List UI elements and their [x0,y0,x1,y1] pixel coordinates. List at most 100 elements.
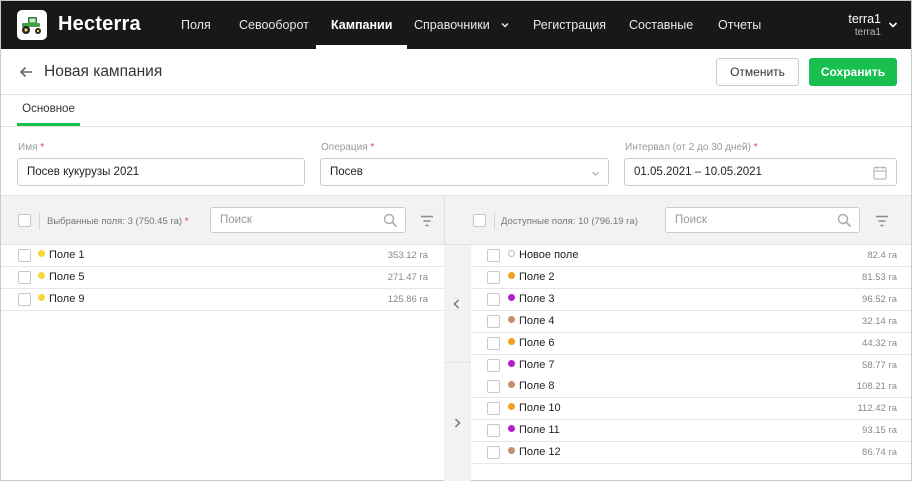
operation-select[interactable]: Посев [320,158,609,186]
name-field[interactable]: Посев кукурузы 2021 [17,158,305,186]
list-item[interactable]: Поле 9 125.86 га [1,288,444,311]
list-item[interactable]: Поле 3 96.52 га [471,288,911,311]
user-chevron-down-icon[interactable] [887,19,899,31]
nav-directories-label: Справочники [414,18,490,32]
list-item[interactable]: Поле 6 44.32 га [471,332,911,355]
search-icon[interactable] [837,213,852,228]
field-name: Поле 12 [519,446,561,459]
select-all-available-checkbox[interactable] [473,214,486,227]
operation-label-text: Операция [321,142,368,153]
nav-directories[interactable]: Справочники [414,1,510,49]
row-checkbox[interactable] [487,249,500,262]
field-name: Поле 5 [49,270,85,283]
required-mark: * [40,142,45,153]
field-color-dot-icon [508,293,515,301]
nav-fields[interactable]: Поля [181,1,211,49]
search-icon[interactable] [383,213,398,228]
selected-fields-summary: Выбранные поля: 3 (750.45 га) * [47,216,188,227]
field-color-dot-icon [38,293,45,301]
list-item[interactable]: Поле 1 353.12 га [1,245,444,267]
move-right-chevron-icon[interactable] [452,417,462,429]
available-fields-summary: Доступные поля: 10 (796.19 га) [501,216,638,227]
field-area: 81.53 га [862,271,897,283]
field-name: Поле 10 [519,402,561,415]
row-checkbox[interactable] [487,446,500,460]
list-item[interactable]: Поле 12 86.74 га [471,442,911,465]
tractor-logo-icon[interactable] [17,10,47,40]
field-area: 112.42 га [857,403,897,415]
available-search-input[interactable]: Поиск [665,207,860,233]
field-area: 93.15 га [862,425,897,437]
user-name: terra1 [848,12,881,26]
row-checkbox[interactable] [487,292,500,306]
calendar-icon[interactable] [873,165,887,180]
row-checkbox[interactable] [487,336,500,350]
field-area: 32.14 га [862,315,897,327]
row-checkbox[interactable] [18,292,31,306]
field-color-dot-icon [508,337,515,345]
nav-campaigns[interactable]: Кампании [315,1,408,49]
tab-bar: Основное [1,95,911,127]
cancel-button[interactable]: Отменить [716,58,799,86]
divider [444,362,471,363]
header-gap [444,195,457,245]
user-menu[interactable]: terra1 terra1 [848,12,881,38]
list-item[interactable]: Поле 11 93.15 га [471,420,911,443]
top-navbar: Hecterra Поля Севооборот Кампании Справо… [1,1,911,49]
row-checkbox[interactable] [487,270,500,284]
field-name: Поле 3 [519,292,555,305]
name-label: Имя * [18,142,44,153]
field-name: Новое поле [519,249,579,261]
row-checkbox[interactable] [18,270,31,284]
brand-name[interactable]: Hecterra [58,13,141,36]
nav-crop-rotation[interactable]: Севооборот [239,1,309,49]
field-color-dot-icon [508,250,515,257]
field-area: 86.74 га [862,447,897,459]
field-name: Поле 9 [49,292,85,305]
tab-general[interactable]: Основное [17,95,80,126]
list-item[interactable]: Поле 8 108.21 га [471,376,911,399]
select-all-selected-checkbox[interactable] [18,214,31,227]
required-mark: * [753,142,758,153]
field-name: Поле 11 [519,424,560,437]
row-checkbox[interactable] [487,380,500,394]
row-checkbox[interactable] [487,402,500,416]
divider [494,212,495,230]
move-left-chevron-icon[interactable] [452,298,462,310]
chevron-down-icon [592,171,599,176]
divider [39,212,40,230]
selected-search-input[interactable]: Поиск [210,207,406,233]
chevron-down-icon [501,22,509,28]
row-checkbox[interactable] [18,249,31,262]
selected-fields-summary-text: Выбранные поля: 3 (750.45 га) [47,216,183,227]
save-button[interactable]: Сохранить [809,58,897,86]
selected-search-placeholder: Поиск [220,214,252,226]
row-checkbox[interactable] [487,314,500,328]
back-arrow-icon[interactable] [17,63,35,81]
interval-date-range-field[interactable]: 01.05.2021 – 10.05.2021 [624,158,897,186]
list-item[interactable]: Поле 4 32.14 га [471,310,911,333]
list-item[interactable]: Новое поле 82.4 га [471,245,911,267]
filter-icon[interactable] [420,215,434,227]
row-checkbox[interactable] [487,424,500,438]
list-item[interactable]: Поле 5 271.47 га [1,266,444,289]
page-title: Новая кампания [44,63,163,80]
filter-icon[interactable] [875,215,889,227]
required-mark: * [370,142,375,153]
field-area: 58.77 га [862,359,897,371]
selected-fields-header: Выбранные поля: 3 (750.45 га) * Поиск [1,195,444,245]
required-mark: * [184,216,189,227]
field-color-dot-icon [38,271,45,279]
nav-registration[interactable]: Регистрация [533,1,606,49]
field-area: 44.32 га [862,337,897,349]
nav-composite[interactable]: Составные [629,1,693,49]
list-item[interactable]: Поле 7 58.77 га [471,354,911,377]
interval-label: Интервал (от 2 до 30 дней) * [625,142,758,153]
list-item[interactable]: Поле 2 81.53 га [471,266,911,289]
nav-reports[interactable]: Отчеты [718,1,761,49]
field-name: Поле 6 [519,336,555,349]
row-checkbox[interactable] [487,358,500,372]
field-color-dot-icon [508,359,515,367]
list-item[interactable]: Поле 10 112.42 га [471,398,911,421]
field-area: 96.52 га [862,293,897,305]
